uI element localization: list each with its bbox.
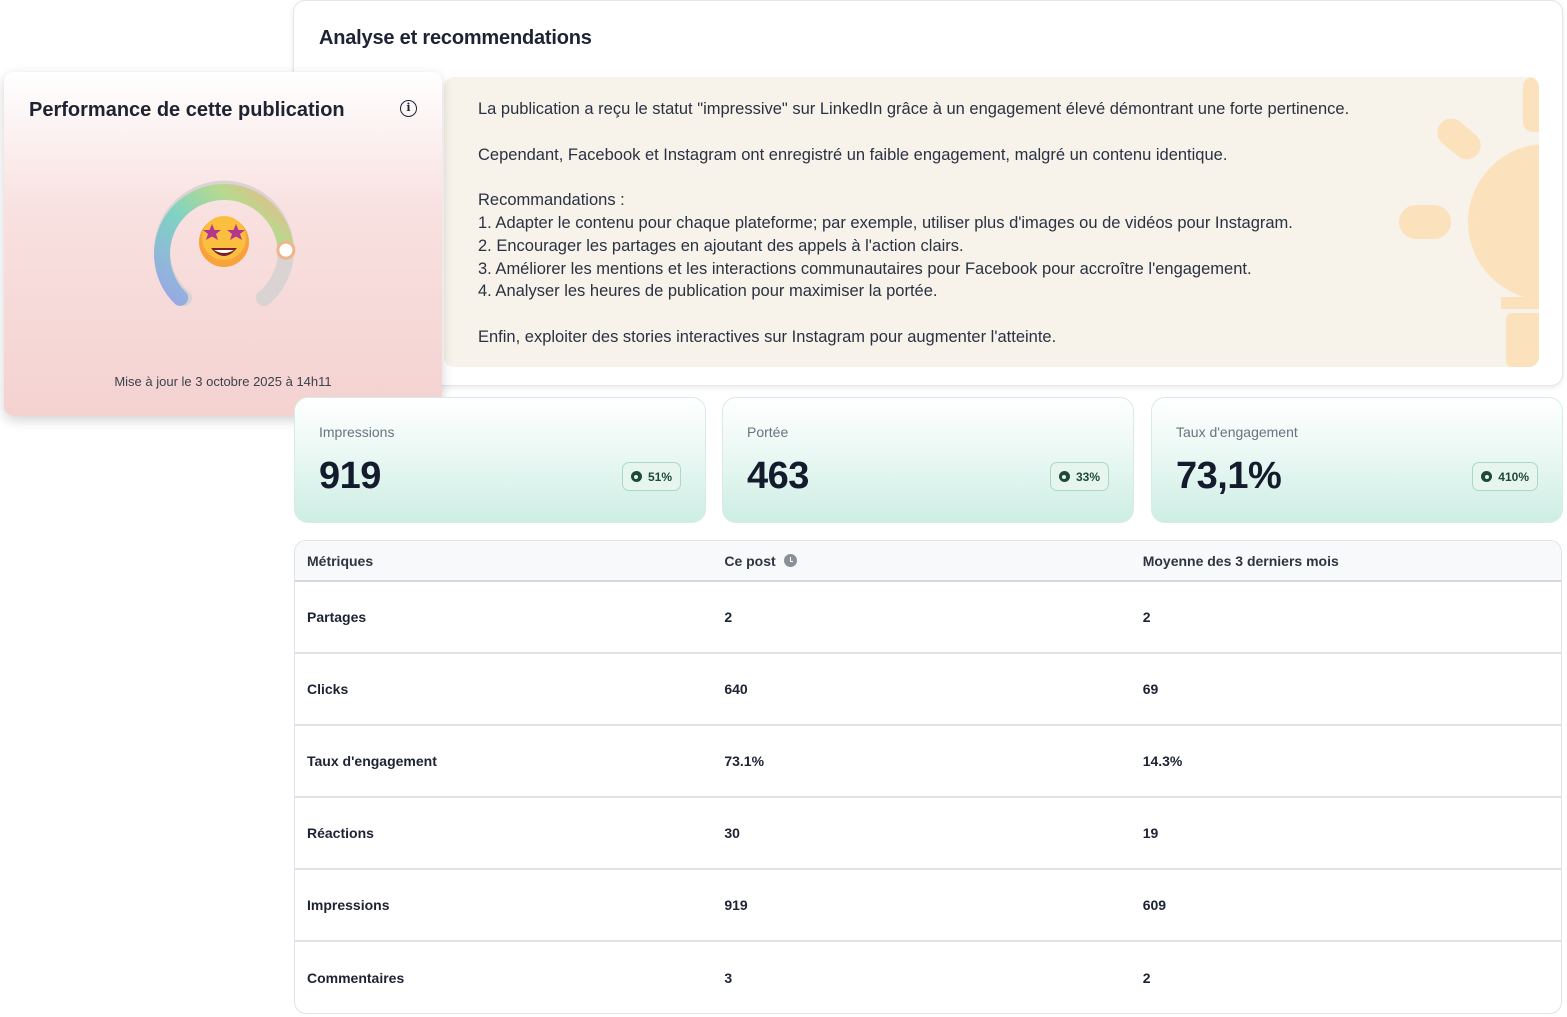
kpi-value: 73,1%	[1176, 455, 1282, 497]
header-metrics: Métriques	[307, 552, 374, 569]
metric-average-value: 14.3%	[1142, 753, 1183, 769]
kpi-engagement-card: Taux d'engagement 73,1% 410%	[1151, 397, 1563, 523]
kpi-label: Portée	[747, 424, 789, 440]
kpi-badge: 33%	[1049, 462, 1109, 491]
kpi-value: 463	[747, 455, 809, 497]
gauge-knob	[276, 240, 296, 260]
clock-icon[interactable]	[783, 554, 797, 567]
trend-icon	[630, 471, 642, 482]
analysis-title: Analyse et recommendations	[319, 27, 592, 49]
metric-post-value: 3	[724, 970, 733, 986]
analysis-paragraph: Cependant, Facebook et Instagram ont enr…	[478, 145, 1228, 164]
kpi-label: Taux d'engagement	[1176, 424, 1298, 440]
metric-name: Clicks	[307, 681, 349, 697]
table-row: Taux d'engagement 73.1% 14.3%	[295, 726, 1561, 798]
metric-name: Réactions	[307, 825, 374, 841]
kpi-badge: 410%	[1472, 462, 1538, 491]
header-this-post: Ce post	[712, 553, 1130, 569]
metric-name: Partages	[307, 609, 367, 625]
metric-name: Impressions	[307, 897, 390, 913]
metric-post-value: 30	[724, 825, 740, 841]
metrics-table: Métriques Ce post Moyenne des 3 derniers…	[294, 540, 1562, 1014]
metric-name: Commentaires	[307, 970, 405, 986]
post-analytics-page: Analyse et recommendations La publicatio…	[0, 0, 1567, 1017]
kpi-label: Impressions	[319, 424, 395, 440]
recommendations-list: Recommandations : 1. Adapter le contenu …	[478, 191, 1293, 301]
star-struck-emoji-icon	[199, 216, 249, 267]
table-row: Réactions 30 19	[295, 798, 1561, 870]
kpi-badge-text: 33%	[1075, 469, 1100, 484]
metric-average-value: 2	[1142, 609, 1151, 625]
table-row: Impressions 919 609	[295, 870, 1561, 942]
performance-gauge	[154, 180, 296, 306]
kpi-badge: 51%	[621, 462, 681, 491]
table-row: Clicks 640 69	[295, 654, 1561, 726]
trend-icon	[1481, 471, 1493, 482]
kpi-value: 919	[319, 455, 381, 497]
metric-average-value: 2	[1142, 970, 1151, 986]
analysis-text: La publication a reçu le statut "impress…	[478, 98, 1438, 349]
header-this-post-label: Ce post	[724, 552, 776, 569]
metric-name: Taux d'engagement	[307, 753, 437, 769]
trend-icon	[1058, 471, 1070, 482]
analysis-paragraph: La publication a reçu le statut "impress…	[478, 100, 1350, 118]
kpi-reach-card: Portée 463 33%	[722, 397, 1134, 523]
analysis-body: La publication a reçu le statut "impress…	[444, 77, 1539, 367]
analysis-card: Analyse et recommendations La publicatio…	[293, 0, 1563, 386]
performance-title: Performance de cette publication	[29, 99, 345, 121]
metric-average-value: 609	[1142, 897, 1167, 913]
metric-average-value: 19	[1142, 825, 1159, 841]
metric-post-value: 73.1%	[724, 753, 765, 769]
header-average: Moyenne des 3 derniers mois	[1142, 552, 1339, 569]
performance-updated: Mise à jour le 3 octobre 2025 à 14h11	[114, 374, 332, 389]
performance-card: Performance de cette publication i Mise …	[4, 72, 442, 416]
metric-post-value: 919	[724, 897, 748, 913]
metric-post-value: 640	[724, 681, 748, 697]
info-icon[interactable]: i	[400, 100, 417, 117]
kpi-impressions-card: Impressions 919 51%	[294, 397, 706, 523]
table-row: Commentaires 3 2	[295, 942, 1561, 1013]
metric-post-value: 2	[724, 609, 733, 625]
analysis-conclusion: Enfin, exploiter des stories interactive…	[478, 327, 1057, 346]
kpi-badge-text: 410%	[1498, 469, 1529, 484]
kpi-badge-text: 51%	[647, 469, 672, 484]
metric-average-value: 69	[1142, 681, 1159, 697]
table-header: Métriques Ce post Moyenne des 3 derniers…	[295, 541, 1561, 582]
table-row: Partages 2 2	[295, 582, 1561, 654]
